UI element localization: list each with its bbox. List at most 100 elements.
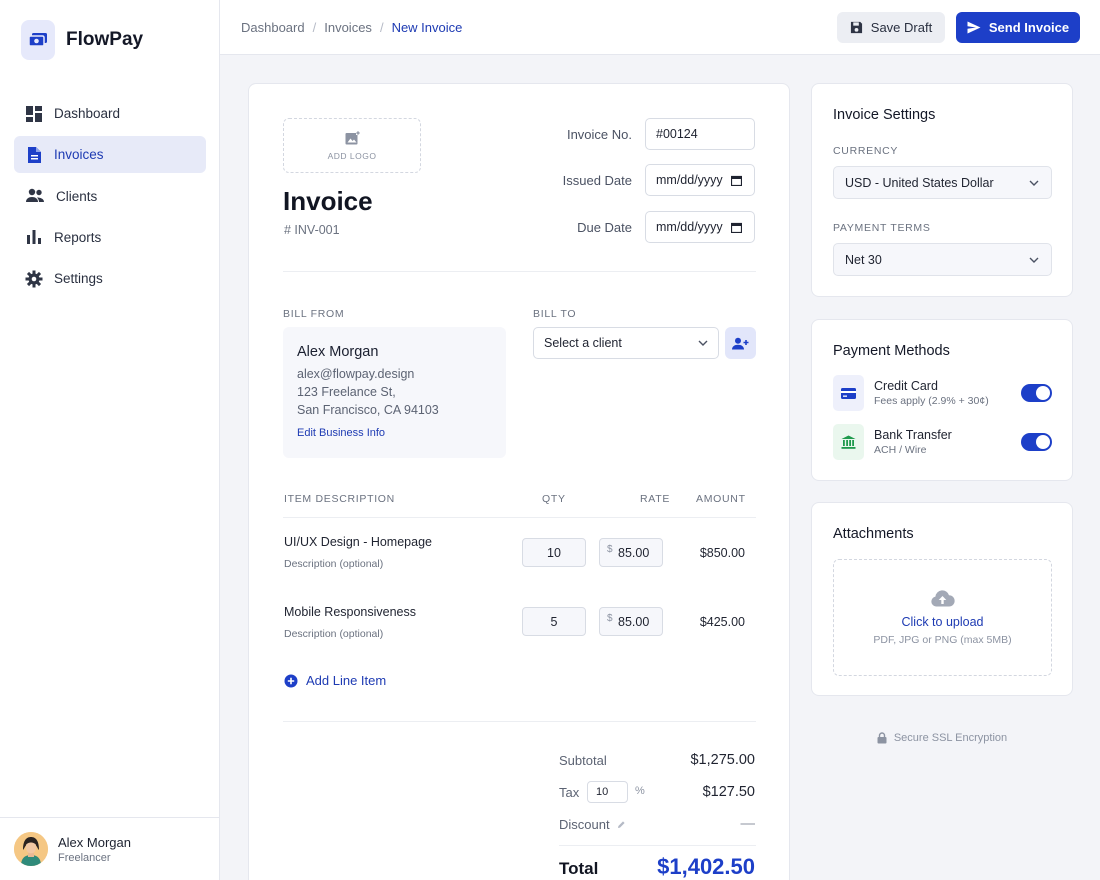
divider [283,517,756,518]
attachments-title: Attachments [833,526,914,542]
user-role: Freelancer [58,851,111,864]
payment-terms-select[interactable]: Net 30 [833,243,1052,276]
divider [283,271,756,272]
item-title-input[interactable]: Mobile Responsiveness [284,605,416,619]
item-amount: $850.00 [699,546,745,560]
sidebar-item-label: Invoices [54,147,104,163]
column-header-amount: AMOUNT [696,493,746,505]
item-title-input[interactable]: UI/UX Design - Homepage [284,535,432,549]
bank-transfer-toggle[interactable] [1021,433,1052,451]
tax-label: Tax [559,785,580,800]
bill-to-label: BILL TO [533,308,577,320]
item-rate-input[interactable]: $ 85.00 [599,538,663,567]
breadcrumb: Dashboard / Invoices / New Invoice [241,20,462,35]
item-qty-input[interactable]: 10 [522,538,586,567]
sidebar-item-dashboard[interactable]: Dashboard [14,95,206,132]
user-name: Alex Morgan [58,834,131,850]
floppy-disk-icon [850,21,862,34]
ssl-label: Secure SSL Encryption [893,732,1008,744]
user-profile[interactable]: Alex Morgan Freelancer [0,817,219,880]
breadcrumb-current: New Invoice [391,20,463,35]
tax-rate-input[interactable]: 10 [587,781,628,803]
brand[interactable]: FlowPay [21,20,143,60]
column-header-description: ITEM DESCRIPTION [284,493,395,505]
currency-symbol: $ [607,544,613,555]
add-line-item-button[interactable]: Add Line Item [284,673,386,688]
topbar: Dashboard / Invoices / New Invoice Save … [220,0,1100,55]
currency-select[interactable]: USD - United States Dollar [833,166,1052,199]
payment-method-credit-card: Credit Card Fees apply (2.9% + 30¢) [833,375,1052,411]
save-draft-button[interactable]: Save Draft [837,12,945,43]
client-select-value: Select a client [544,336,622,350]
discount-label: Discount [559,817,610,832]
item-description-input[interactable]: Description (optional) [284,558,383,570]
sidebar-item-clients[interactable]: Clients [14,178,206,215]
breadcrumb-invoices[interactable]: Invoices [324,20,372,35]
column-header-qty: QTY [542,493,566,505]
discount-row[interactable]: Discount [559,817,626,832]
toggle-knob [1036,435,1050,449]
breadcrumb-separator: / [379,20,384,35]
item-description-input[interactable]: Description (optional) [284,628,383,640]
bill-from-card: Alex Morgan alex@flowpay.design 123 Free… [283,327,506,458]
save-draft-label: Save Draft [870,20,933,35]
column-header-rate: RATE [640,493,671,505]
sidebar-item-settings[interactable]: Settings [14,260,206,297]
breadcrumb-dashboard[interactable]: Dashboard [241,20,305,35]
toggle-knob [1036,386,1050,400]
item-qty-input[interactable]: 5 [522,607,586,636]
divider [283,721,756,722]
issued-date-input[interactable]: mm/dd/yyyy [645,164,755,196]
sidebar-item-invoices[interactable]: Invoices [14,136,206,174]
invoice-settings-title: Invoice Settings [833,107,936,123]
issued-date-row: Issued Date mm/dd/yyyy [529,164,755,196]
send-icon [967,21,981,34]
item-rate-value: 85.00 [618,546,650,560]
item-amount: $425.00 [699,615,745,629]
payment-methods-card: Payment Methods Credit Card Fees apply (… [811,319,1073,481]
credit-card-toggle[interactable] [1021,384,1052,402]
calendar-icon [731,222,742,233]
sidebar-item-label: Reports [54,229,102,245]
bank-icon [833,424,864,460]
add-logo-dropzone[interactable]: ADD LOGO [283,118,421,173]
sidebar-item-reports[interactable]: Reports [14,219,206,256]
tax-value: $127.50 [702,784,755,800]
address-line-2: San Francisco, CA 94103 [297,402,439,417]
invoice-no-label: Invoice No. [566,126,632,142]
payment-method-sub: Fees apply (2.9% + 30¢) [874,395,989,407]
item-rate-input[interactable]: $ 85.00 [599,607,663,636]
payment-methods-title: Payment Methods [833,343,950,359]
send-invoice-button[interactable]: Send Invoice [956,12,1080,43]
bill-from-name: Alex Morgan [297,344,379,360]
tax-unit: % [635,785,645,797]
payment-method-name: Credit Card [874,379,938,393]
gear-icon [25,270,43,288]
due-date-input[interactable]: mm/dd/yyyy [645,211,755,243]
discount-value: — [740,816,756,832]
avatar [14,832,48,866]
edit-business-info-link[interactable]: Edit Business Info [297,427,385,439]
ssl-notice: Secure SSL Encryption [811,732,1073,744]
due-date-label: Due Date [577,219,632,235]
total-value: $1,402.50 [657,854,755,879]
sidebar-item-label: Settings [54,271,103,287]
add-image-icon [345,130,360,144]
bill-from-email: alex@flowpay.design [297,367,415,381]
due-date-placeholder: mm/dd/yyyy [656,220,723,234]
attachments-card: Attachments Click to upload PDF, JPG or … [811,502,1073,696]
people-icon [26,188,44,203]
invoice-no-input[interactable]: #00124 [645,118,755,150]
pencil-icon [617,821,625,828]
payment-method-sub: ACH / Wire [874,444,927,456]
upload-dropzone[interactable]: Click to upload PDF, JPG or PNG (max 5MB… [833,559,1052,676]
add-user-icon [732,337,749,349]
total-label: Total [559,859,599,878]
add-client-button[interactable] [725,327,756,359]
issued-date-label: Issued Date [562,172,632,188]
payment-terms-value: Net 30 [845,252,882,267]
payment-method-bank-transfer: Bank Transfer ACH / Wire [833,424,1052,460]
sidebar-nav: Dashboard Invoices Clients Reports Setti… [14,95,206,301]
credit-card-icon [833,375,864,411]
client-select[interactable]: Select a client [533,327,719,359]
